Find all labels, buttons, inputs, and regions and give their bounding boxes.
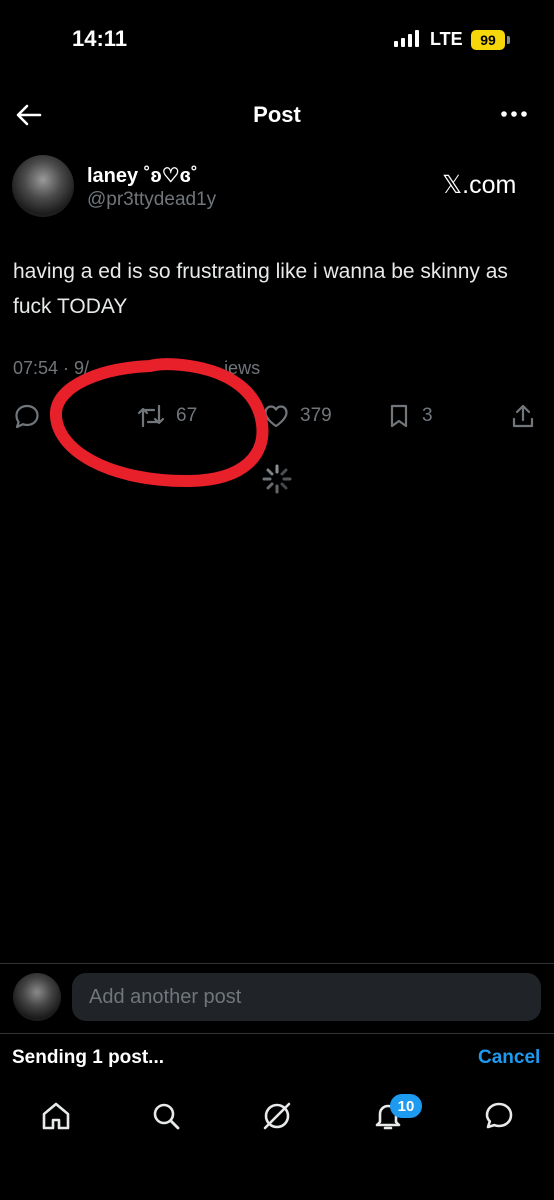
author-avatar[interactable]	[12, 155, 74, 217]
home-icon[interactable]	[38, 1098, 74, 1134]
reply-input[interactable]: Add another post	[72, 973, 541, 1021]
network-label: LTE	[430, 29, 463, 49]
more-options-icon[interactable]	[498, 102, 530, 126]
like-count: 379	[300, 405, 332, 426]
grok-icon[interactable]	[259, 1098, 295, 1134]
page-title: Post	[253, 102, 301, 127]
battery-tip	[507, 36, 510, 44]
post-text: having a ed is so frustrating like i wan…	[13, 260, 508, 318]
share-button[interactable]	[510, 400, 536, 432]
search-icon[interactable]	[148, 1098, 184, 1134]
divider	[0, 1033, 554, 1034]
annotation-circle	[50, 358, 269, 488]
signal-icon	[394, 30, 419, 47]
loading-spinner-icon	[262, 464, 292, 494]
share-icon	[512, 404, 534, 428]
battery-level: 99	[480, 32, 496, 48]
divider	[0, 963, 554, 964]
bookmark-icon	[390, 404, 408, 428]
reply-icon	[15, 404, 39, 429]
battery-icon: 99	[471, 30, 505, 50]
upload-status: Sending 1 post...	[12, 1047, 165, 1068]
reply-button[interactable]	[13, 400, 41, 432]
messages-icon[interactable]	[481, 1098, 517, 1134]
author-handle[interactable]: @pr3ttydead1y	[87, 189, 216, 211]
status-time: 14:11	[72, 26, 128, 51]
bookmark-button[interactable]: 3	[386, 400, 433, 432]
author-name[interactable]: laney ˚ʚ♡ɞ˚	[87, 163, 198, 188]
notifications-badge: 10	[390, 1094, 422, 1118]
cancel-button[interactable]: Cancel	[478, 1047, 540, 1069]
user-avatar[interactable]	[13, 973, 61, 1021]
x-logo-watermark: 𝕏.com	[442, 171, 517, 199]
bookmark-count: 3	[422, 405, 433, 426]
